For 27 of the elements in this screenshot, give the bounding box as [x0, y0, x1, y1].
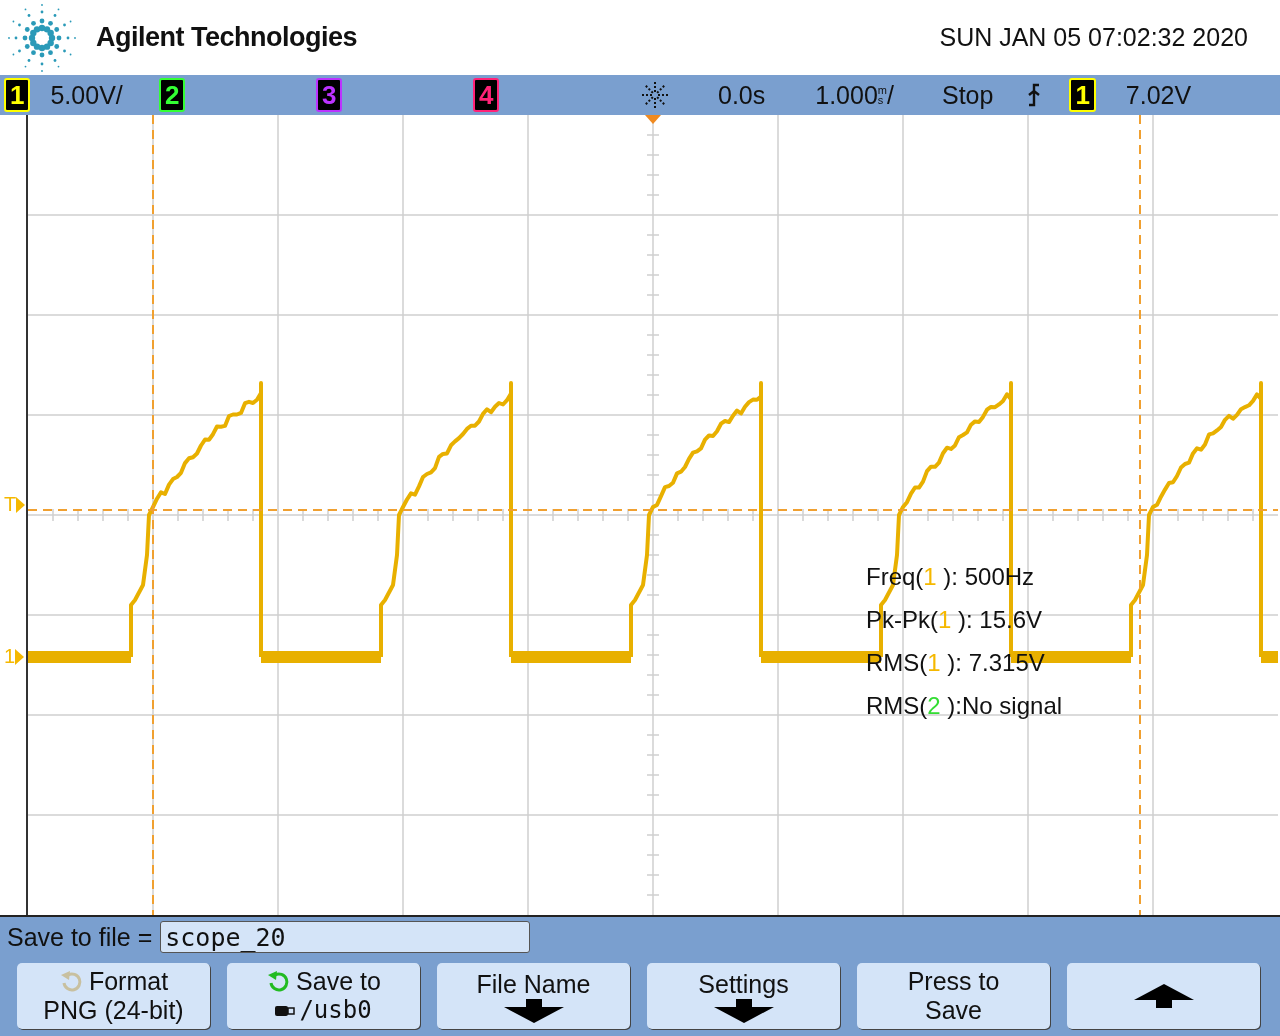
- softkey-button[interactable]: Save to /usb0: [227, 963, 420, 1029]
- channel-badge[interactable]: 4: [473, 78, 500, 112]
- trigger-source-badge: 1: [1069, 78, 1096, 112]
- up-arrow-icon: [1133, 984, 1194, 1008]
- channel-badge[interactable]: 2: [159, 78, 186, 112]
- date-time: SUN JAN 05 07:02:32 2020: [939, 23, 1248, 52]
- time-delay: 0.0s: [718, 80, 766, 110]
- trigger-level: 7.02V: [1125, 80, 1192, 110]
- measurement-readout: RMS(1 ): 7.315V: [866, 649, 1046, 678]
- measurement-readout: RMS(2 ):No signal: [866, 692, 1063, 721]
- volts-per-division: 5.00V/: [50, 80, 123, 110]
- softkey-button[interactable]: Press to Save: [857, 963, 1050, 1029]
- rising-edge-icon: [1027, 83, 1042, 107]
- softkey-button[interactable]: [1067, 963, 1260, 1029]
- file-name-field[interactable]: scope_20: [160, 921, 531, 953]
- brand-name: Agilent Technologies: [96, 22, 357, 53]
- save-file-label: Save to file =: [7, 922, 153, 952]
- sparkle-icon: [640, 80, 670, 110]
- run-state: Stop: [941, 80, 994, 110]
- softkey-button[interactable]: File Name: [437, 963, 630, 1029]
- down-arrow-icon: [503, 998, 564, 1023]
- softkey-button[interactable]: Settings: [647, 963, 840, 1029]
- channel-badge[interactable]: 3: [316, 78, 343, 112]
- softkey-button[interactable]: Format PNG (24-bit): [17, 963, 210, 1029]
- starburst-logo-icon: [6, 3, 78, 72]
- down-arrow-icon: [713, 998, 774, 1023]
- channel-badge[interactable]: 1: [4, 78, 31, 112]
